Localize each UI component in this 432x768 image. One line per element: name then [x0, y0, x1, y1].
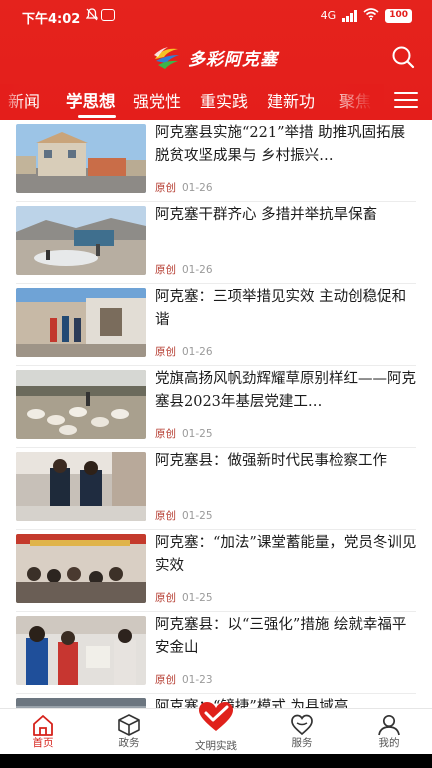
news-thumbnail: [16, 452, 146, 521]
menu-icon: [394, 92, 418, 108]
battery-indicator: 100: [385, 8, 412, 23]
news-title: 阿克塞县实施“221”举措 助推巩固拓展脱贫攻坚成果与 乡村振兴…: [155, 125, 406, 164]
news-title: 阿克塞：“加法”课堂蓄能量，党员冬训见实效: [155, 535, 417, 574]
news-title: 阿克塞干群齐心 多措并举抗旱保畜: [155, 207, 378, 223]
news-meta: 原创 01-26: [155, 180, 213, 195]
news-date: 01-25: [182, 428, 213, 440]
news-tag: 原创: [155, 510, 176, 522]
app-brand: 多彩阿克塞: [152, 42, 278, 72]
active-tab-indicator: [78, 115, 116, 118]
news-date: 01-23: [182, 674, 213, 686]
news-title: 阿克塞县：做强新时代民事检察工作: [155, 453, 387, 469]
news-thumbnail: [16, 698, 146, 708]
news-date: 01-25: [182, 592, 213, 604]
news-meta: 原创 01-25: [155, 590, 213, 605]
news-item[interactable]: 阿克塞县：以“三强化”措施 绘就幸福平安金山 原创 01-23: [0, 612, 432, 694]
nav-label: 首页: [32, 737, 54, 749]
mute-icon: [85, 8, 99, 24]
cube-icon: [118, 714, 140, 736]
nav-label: 服务: [291, 737, 313, 749]
search-button[interactable]: [390, 44, 416, 70]
news-item[interactable]: 党旗高扬风帆劲辉耀草原别样红——阿克塞县2023年基层党建工… 原创 01-25: [0, 366, 432, 448]
news-meta: 原创 01-25: [155, 508, 213, 523]
news-title: 阿克塞县：以“三强化”措施 绘就幸福平安金山: [155, 617, 407, 656]
user-icon: [378, 714, 400, 736]
status-bar: 下午4:02 4G 100: [0, 0, 432, 34]
news-thumbnail: [16, 534, 146, 603]
network-type: 4G: [320, 9, 337, 22]
home-icon: [33, 715, 53, 736]
tab-practice[interactable]: 重实践: [200, 88, 248, 112]
brand-logo-icon: [154, 47, 179, 69]
news-list: 阿克塞县实施“221”举措 助推巩固拓展脱贫攻坚成果与 乡村振兴… 原创 01-2…: [0, 120, 432, 708]
search-icon: [392, 46, 415, 69]
news-item[interactable]: 阿克塞县实施“221”举措 助推巩固拓展脱贫攻坚成果与 乡村振兴… 原创 01-2…: [0, 120, 432, 202]
news-meta: 原创 01-25: [155, 426, 213, 441]
news-tag: 原创: [155, 592, 176, 604]
heart-outline-icon: [291, 714, 313, 736]
news-tag: 原创: [155, 346, 176, 358]
news-item[interactable]: 阿克塞县：做强新时代民事检察工作 原创 01-25: [0, 448, 432, 530]
news-meta: 原创 01-26: [155, 262, 213, 277]
nav-label: 我的: [378, 737, 400, 749]
news-item[interactable]: 阿克塞：三项举措见实效 主动创稳促和谐 原创 01-26: [0, 284, 432, 366]
system-home-bar: [0, 754, 432, 768]
status-time: 下午4:02: [22, 12, 81, 27]
news-thumbnail: [16, 288, 146, 357]
news-meta: 原创 01-26: [155, 344, 213, 359]
tab-contribution[interactable]: 建新功: [267, 88, 315, 112]
signal-icon: [342, 9, 358, 22]
news-thumbnail: [16, 370, 146, 439]
brand-name: 多彩阿克塞: [188, 49, 278, 70]
news-tag: 原创: [155, 428, 176, 440]
nav-label: 文明实践: [195, 740, 237, 752]
news-tag: 原创: [155, 264, 176, 276]
news-thumbnail: [16, 124, 146, 193]
news-item[interactable]: 阿克塞干群齐心 多措并举抗旱保畜 原创 01-26: [0, 202, 432, 284]
heart-icon: [199, 702, 233, 731]
news-title: 党旗高扬风帆劲辉耀草原别样红——阿克塞县2023年基层党建工…: [155, 371, 416, 410]
news-date: 01-26: [182, 182, 213, 194]
tabs-left-fade: [0, 84, 24, 118]
news-date: 01-26: [182, 264, 213, 276]
news-title: 阿克塞：三项举措见实效 主动创稳促和谐: [155, 289, 407, 328]
news-meta: 原创 01-23: [155, 672, 213, 687]
channel-menu-button[interactable]: [394, 92, 418, 110]
news-tag: 原创: [155, 674, 176, 686]
news-date: 01-26: [182, 346, 213, 358]
news-date: 01-25: [182, 510, 213, 522]
tab-study-thought[interactable]: 学思想: [66, 88, 116, 112]
category-tabs: 新闻 学思想 强党性 重实践 建新功 聚焦: [0, 84, 432, 118]
news-thumbnail: [16, 206, 146, 275]
news-thumbnail: [16, 616, 146, 685]
app-header: 下午4:02 4G 100 多彩阿克塞 新闻 学思想 强党性 重实践 建新功: [0, 0, 432, 120]
tabs-right-fade: [330, 84, 384, 118]
news-tag: 原创: [155, 182, 176, 194]
news-item[interactable]: 阿克塞：“加法”课堂蓄能量，党员冬训见实效 原创 01-25: [0, 530, 432, 612]
tab-party-spirit[interactable]: 强党性: [133, 88, 181, 112]
wifi-icon: [363, 8, 379, 23]
nav-label: 政务: [118, 737, 140, 749]
status-indicators: 4G 100: [321, 8, 412, 23]
news-title: 阿克塞：“镜捷”模式 为县域高: [155, 699, 349, 708]
notification-app-icon: [101, 9, 115, 21]
